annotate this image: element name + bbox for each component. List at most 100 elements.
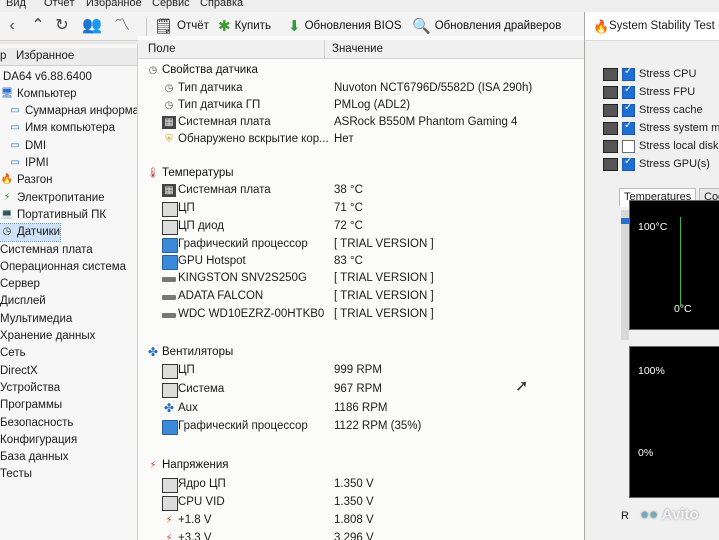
tree-item[interactable]: ▭ Суммарная информация xyxy=(8,103,137,120)
list-item[interactable]: ◷ Тип датчика Nuvoton NCT6796D/5582D (IS… xyxy=(138,80,584,98)
tree-tab-favorites[interactable]: Избранное xyxy=(16,50,74,62)
stress-option[interactable]: Stress cache xyxy=(603,102,703,118)
graph-bottom-label: 0% xyxy=(638,447,654,459)
field-value: PMLog (ADL2) xyxy=(334,99,411,111)
tree-item[interactable]: Конфигурация xyxy=(0,431,77,448)
list-item[interactable]: WDC WD10EZRZ-00HTKB0 [ TRIAL VERSION ] xyxy=(138,306,584,324)
tree-item[interactable]: 💻 Портативный ПК xyxy=(0,206,106,223)
window-titlebar[interactable]: 🔥 System Stability Test - A xyxy=(585,12,719,41)
gauge-icon: ◷ xyxy=(164,100,174,111)
stress-option[interactable]: Stress system m xyxy=(603,120,719,136)
tree-item[interactable]: DA64 v6.88.6400 xyxy=(0,68,92,85)
stress-option[interactable]: Stress FPU xyxy=(603,84,695,100)
tree-item[interactable]: Хранение данных xyxy=(0,328,95,345)
graph-bottom-label: 0°C xyxy=(674,303,692,315)
menu-help[interactable]: Справка xyxy=(200,0,243,9)
tree-item[interactable]: Программы xyxy=(0,397,62,414)
list-item[interactable]: Графический процессор [ TRIAL VERSION ] xyxy=(138,236,584,254)
gpu-icon xyxy=(162,238,178,253)
list-item[interactable]: ▦ Системная плата ASRock B550M Phantom G… xyxy=(138,114,584,132)
menu-favorites[interactable]: Избранное xyxy=(86,0,142,9)
tree-item[interactable]: ◷ Датчики xyxy=(0,222,62,242)
tree-item-label: DA64 v6.88.6400 xyxy=(3,70,92,83)
checkbox[interactable] xyxy=(622,84,635,99)
list-item[interactable]: ✤ Aux 1186 RPM xyxy=(138,400,584,418)
list-item[interactable]: CPU VID 1.350 V xyxy=(138,494,584,512)
back-icon[interactable]: ‹ xyxy=(2,16,22,36)
checkbox[interactable] xyxy=(622,120,635,135)
checkbox[interactable] xyxy=(622,66,635,81)
group-temperatures[interactable]: 🌡 Температуры xyxy=(138,165,584,183)
tree-item[interactable]: Системная плата xyxy=(0,241,93,258)
graph-top-label: 100°C xyxy=(638,221,668,233)
tree-item[interactable]: Устройства xyxy=(0,379,60,396)
tree-tab-menu[interactable]: р xyxy=(0,50,6,62)
tree-item[interactable]: ▭ Имя компьютера xyxy=(8,120,115,137)
field-value: [ TRIAL VERSION ] xyxy=(334,308,434,320)
tree-item[interactable]: Операционная система xyxy=(0,258,126,275)
list-item[interactable]: ◷ Тип датчика ГП PMLog (ADL2) xyxy=(138,97,584,115)
fire-icon: 🔥 xyxy=(593,19,610,34)
tree-item[interactable]: Сервер xyxy=(0,276,40,293)
list-item[interactable]: ADATA FALCON [ TRIAL VERSION ] xyxy=(138,288,584,306)
list-item[interactable]: ЦП 71 °C xyxy=(138,200,584,218)
tree-item[interactable]: ▭ DMI xyxy=(8,137,46,154)
graph-top-label: 100% xyxy=(638,365,665,377)
drivers-update-button[interactable]: 🔍 Обновления драйверов xyxy=(412,16,561,36)
checkbox[interactable] xyxy=(622,102,635,117)
field-label: +1.8 V xyxy=(178,514,212,526)
magnifier-icon: 🔍 xyxy=(412,18,431,35)
hardware-icon xyxy=(603,103,618,117)
tree-item[interactable]: База данных xyxy=(0,449,69,466)
tree-item[interactable]: Сеть xyxy=(0,345,26,362)
list-item[interactable]: GPU Hotspot 83 °C xyxy=(138,253,584,271)
power-icon: ⚡ xyxy=(3,191,11,203)
tree-item[interactable]: ⚡ Электропитание xyxy=(0,189,104,206)
list-item[interactable]: ⛨ Обнаружено вскрытие кор... Нет xyxy=(138,131,584,149)
tree-item[interactable]: 🖥 Компьютер xyxy=(0,85,77,102)
list-item[interactable]: ▦ Системная плата 38 °C xyxy=(138,182,584,200)
graph-icon[interactable]: 〽 xyxy=(112,16,132,36)
gauge-icon: ◷ xyxy=(2,226,12,238)
group-voltages[interactable]: ⚡ Напряжения xyxy=(138,457,584,475)
column-divider[interactable] xyxy=(324,40,325,58)
hardware-icon xyxy=(603,139,618,153)
tree-item[interactable]: Мультимедиа xyxy=(0,310,72,327)
tree-item[interactable]: Дисплей xyxy=(0,293,46,310)
group-fans[interactable]: ✤ Вентиляторы xyxy=(138,344,584,362)
list-item[interactable]: Графический процессор 1122 RPM (35%) xyxy=(138,418,584,436)
tree-item-label: Мультимедиа xyxy=(0,312,73,325)
list-item[interactable]: ⚡ +1.8 V 1.808 V xyxy=(138,512,584,530)
tree-item[interactable]: ▭ IPMI xyxy=(8,155,48,172)
stability-test-window: 🔥 System Stability Test - A Stress CPU St… xyxy=(584,12,719,540)
menu-report[interactable]: Отчёт xyxy=(44,0,74,9)
bios-update-button[interactable]: ⬇ Обновления BIOS xyxy=(288,16,402,36)
list-item[interactable]: ЦП диод 72 °C xyxy=(138,218,584,236)
tree-item[interactable]: 🔥 Разгон xyxy=(0,172,53,189)
tree-item[interactable]: DirectX xyxy=(0,362,38,379)
list-item[interactable]: Ядро ЦП 1.350 V xyxy=(138,476,584,494)
group-sensor-properties[interactable]: ◷ Свойства датчика xyxy=(138,62,584,80)
group-title: Свойства датчика xyxy=(162,64,258,76)
up-icon[interactable]: ⌃ xyxy=(28,16,48,36)
field-label: Тип датчика ГП xyxy=(178,99,261,111)
stress-option[interactable]: Stress local disk xyxy=(603,138,718,154)
tree-item[interactable]: Безопасность xyxy=(0,414,73,431)
tree-item[interactable]: Тесты xyxy=(0,466,32,483)
menu-service[interactable]: Сервис xyxy=(152,0,190,9)
column-field[interactable]: Поле xyxy=(148,43,176,55)
report-button[interactable]: 🗒 Отчёт xyxy=(154,16,209,36)
list-item[interactable]: KINGSTON SNV2S250G [ TRIAL VERSION ] xyxy=(138,270,584,288)
menu-view[interactable]: Вид xyxy=(6,0,26,9)
buy-button[interactable]: ✱ Купить xyxy=(218,16,271,36)
stress-option[interactable]: Stress GPU(s) xyxy=(603,156,710,172)
user-icon[interactable]: 👥 xyxy=(82,16,102,36)
checkbox[interactable] xyxy=(622,156,635,171)
sensor-list-strip[interactable] xyxy=(621,210,629,340)
checkbox[interactable] xyxy=(622,139,635,153)
list-item[interactable]: ⚡ +3.3 V 3.296 V xyxy=(138,530,584,540)
tree-header: р Избранное xyxy=(0,48,137,66)
stress-option[interactable]: Stress CPU xyxy=(603,66,696,82)
refresh-icon[interactable]: ↻ xyxy=(52,16,72,36)
column-value[interactable]: Значение xyxy=(332,43,383,55)
